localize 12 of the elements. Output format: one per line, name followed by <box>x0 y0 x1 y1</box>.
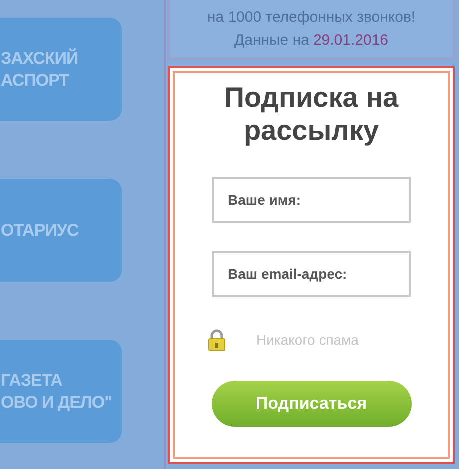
input-field[interactable]: Ваше имя: <box>212 177 411 223</box>
menu-button[interactable]: ГАЗЕТА ОВО И ДЕЛО" <box>0 340 122 443</box>
no-spam-note: Никакого спама <box>256 332 359 348</box>
menu-button[interactable]: ЗАХСКИЙ АСПОРТ <box>0 18 122 121</box>
date-label: Данные на <box>234 32 310 49</box>
date-text: 29.01.2016 <box>313 32 389 49</box>
subscribe-button[interactable]: Подписаться <box>212 381 412 427</box>
info-text: на 1000 телефонных звонков! <box>207 9 416 26</box>
menu-button[interactable]: ОТАРИУС <box>0 179 122 282</box>
lock-icon <box>206 329 226 351</box>
subscribe-title: Подписка на рассылку <box>223 81 400 147</box>
input-field[interactable]: Ваш email-адрес: <box>212 251 411 297</box>
